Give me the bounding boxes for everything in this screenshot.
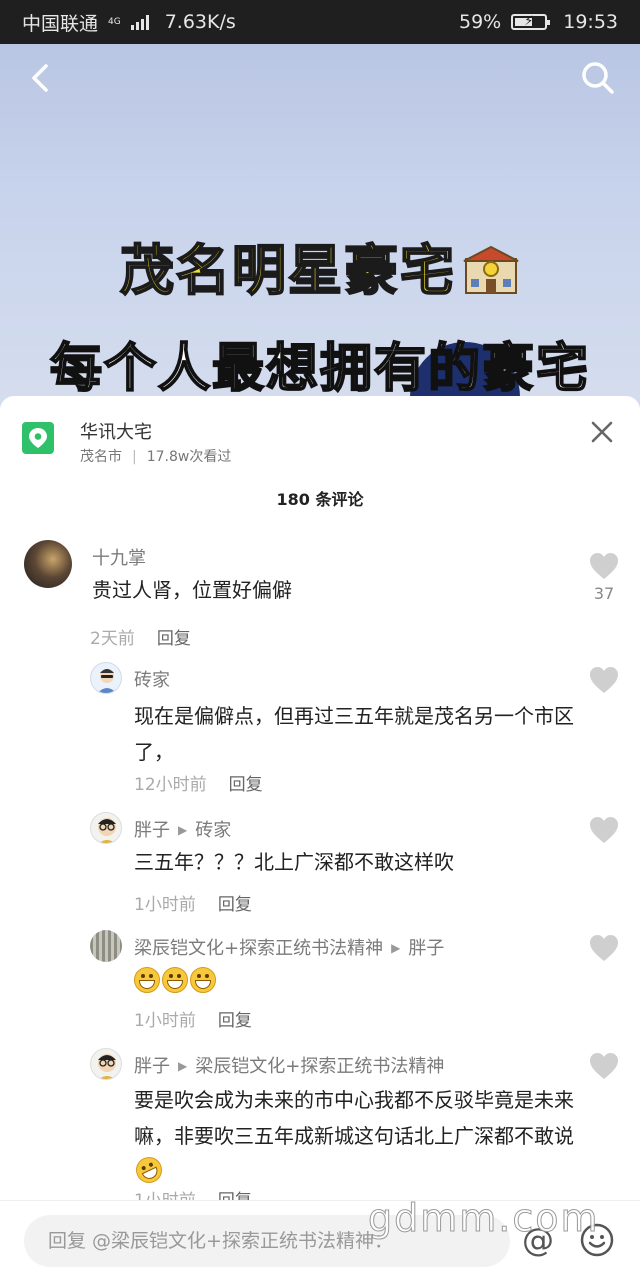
reply-button[interactable]: 回复 (229, 775, 263, 795)
comment-text: 现在是偏僻点，但再过三五年就是茂名另一个市区了， (134, 704, 574, 764)
comment-username[interactable]: 胖子 ▶ 砖家 (134, 816, 231, 842)
comment-meta: 12小时前 回复 (134, 775, 263, 795)
avatar[interactable] (90, 1048, 122, 1080)
like-heart-icon[interactable] (589, 552, 619, 580)
network-type: 4G (108, 16, 121, 27)
comment-item: 胖子 ▶ 梁辰铠文化+探索正统书法精神 要是吹会成为未来的市中心我都不反驳毕竟是未来… (0, 1048, 640, 1211)
comment-text: 贵过人肾，位置好偏僻 (92, 578, 292, 602)
comment-text (134, 964, 584, 1000)
status-bar: 中国联通 4G 7.63K/s 59% ⚡ 19:53 (0, 0, 640, 44)
location-pin-icon[interactable] (22, 422, 54, 454)
comment-username[interactable]: 梁辰铠文化+探索正统书法精神 ▶ 胖子 (134, 934, 444, 960)
comment-item: 梁辰铠文化+探索正统书法精神 ▶ 胖子 1小时前 回复 (0, 930, 640, 1040)
comment-item: 砖家 现在是偏僻点，但再过三五年就是茂名另一个市区了， 12小时前 回复 (0, 662, 640, 802)
like-heart-icon[interactable] (589, 1052, 619, 1080)
avatar[interactable] (90, 930, 122, 962)
reply-button[interactable]: 回复 (218, 895, 252, 915)
comment-item: 胖子 ▶ 砖家 三五年？？？北上广深都不敢这样吹 1小时前 回复 (0, 812, 640, 922)
comment-meta: 1小时前回复 (134, 895, 252, 915)
avatar[interactable] (24, 540, 72, 588)
battery-percent: 59% (459, 11, 502, 33)
rofl-emoji-icon (131, 1152, 167, 1188)
comment-sheet: 华讯大宅 茂名市 | 17.8w次看过 180 条评论 十九掌 贵过人肾，位置好偏僻… (0, 396, 640, 1280)
reply-arrow-icon: ▶ (391, 941, 401, 955)
back-arrow-icon[interactable] (22, 58, 62, 98)
comment-text: 要是吹会成为未来的市中心我都不反驳毕竟是未来嘛，非要吹三五年成新城这句话北上广深… (131, 1082, 584, 1190)
avatar[interactable] (90, 812, 122, 844)
comment-username[interactable]: 砖家 (134, 666, 170, 692)
close-icon[interactable] (590, 420, 614, 444)
reply-button[interactable]: 回复 (157, 629, 191, 649)
video-caption-title: 茂名明星豪宅 (0, 226, 640, 305)
like-count: 37 (593, 584, 615, 603)
network-speed: 7.63K/s (164, 11, 236, 33)
reply-arrow-icon: ▶ (178, 1059, 188, 1073)
house-emoji-icon (463, 245, 519, 294)
comment-item: 十九掌 贵过人肾，位置好偏僻 2天前 回复 37 (0, 540, 640, 660)
battery-icon: ⚡ (511, 14, 551, 30)
like-heart-icon[interactable] (589, 934, 619, 962)
grin-emoji-icon (134, 967, 160, 993)
comment-meta: 2天前 回复 (90, 629, 191, 649)
comment-text: 三五年？？？北上广深都不敢这样吹 (134, 850, 454, 874)
reply-arrow-icon: ▶ (178, 823, 188, 837)
clock: 19:53 (563, 11, 618, 33)
search-icon[interactable] (578, 58, 618, 98)
video-player[interactable]: 茂名明星豪宅 每个人最想拥有的豪宅 (0, 44, 640, 424)
reply-button[interactable]: 回复 (218, 1011, 252, 1031)
comment-username[interactable]: 胖子 ▶ 梁辰铠文化+探索正统书法精神 (134, 1052, 444, 1078)
signal-icon (130, 14, 149, 30)
comment-count: 180 条评论 (276, 490, 364, 509)
grin-emoji-icon (190, 967, 216, 993)
carrier-label: 中国联通 (22, 12, 99, 35)
location-city: 茂名市 (80, 449, 122, 465)
location-title[interactable]: 华讯大宅 (80, 418, 152, 444)
comment-text-value: 要是吹会成为未来的市中心我都不反驳毕竟是未来嘛，非要吹三五年成新城这句话北上广深… (134, 1088, 574, 1148)
watermark: gdmm.com (368, 1196, 600, 1241)
avatar[interactable] (90, 662, 122, 694)
comment-meta: 1小时前回复 (134, 1011, 252, 1031)
like-heart-icon[interactable] (589, 816, 619, 844)
like-heart-icon[interactable] (589, 666, 619, 694)
location-views: 17.8w次看过 (146, 449, 232, 465)
comment-username[interactable]: 十九掌 (92, 544, 146, 570)
grin-emoji-icon (162, 967, 188, 993)
video-caption-subtitle: 每个人最想拥有的豪宅 (49, 338, 590, 400)
location-subtitle: 茂名市 | 17.8w次看过 (80, 449, 232, 465)
